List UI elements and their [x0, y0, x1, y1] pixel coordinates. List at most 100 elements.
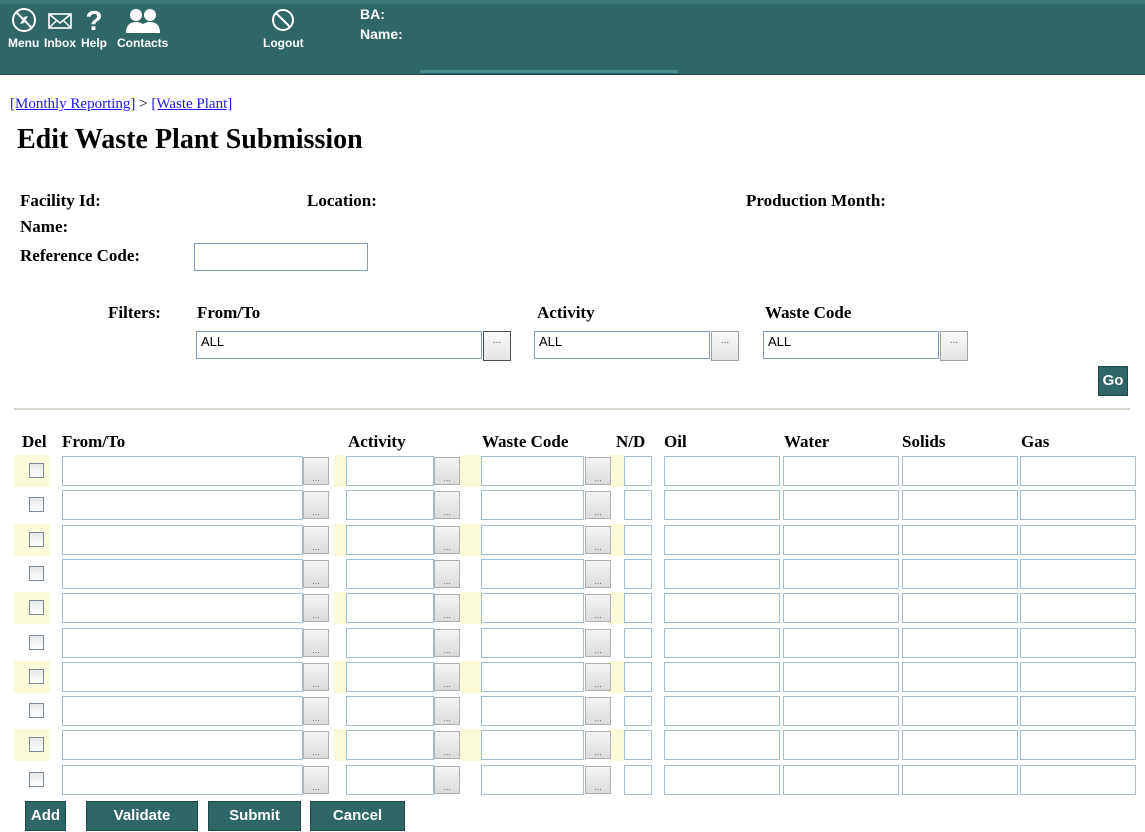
- solids-cell[interactable]: [902, 696, 1018, 727]
- water-cell[interactable]: [783, 696, 899, 727]
- oil-cell[interactable]: [664, 661, 780, 692]
- from-to-cell[interactable]: [62, 456, 303, 486]
- nd-cell[interactable]: [624, 490, 652, 521]
- breadcrumb-monthly-reporting[interactable]: [Monthly Reporting]: [10, 96, 135, 112]
- nd-cell[interactable]: [624, 558, 652, 589]
- waste-code-lookup-button[interactable]: ...: [585, 594, 611, 623]
- water-cell[interactable]: [783, 627, 899, 658]
- solids-cell[interactable]: [902, 558, 1018, 589]
- menu-button[interactable]: Menu: [8, 6, 39, 50]
- activity-cell[interactable]: [346, 661, 434, 692]
- gas-cell[interactable]: [1020, 661, 1136, 692]
- nd-cell[interactable]: [624, 593, 652, 624]
- oil-cell[interactable]: [664, 593, 780, 624]
- oil-cell[interactable]: [664, 730, 780, 761]
- waste-code-lookup-button[interactable]: ...: [585, 491, 611, 520]
- inbox-button[interactable]: Inbox: [44, 6, 76, 50]
- water-cell[interactable]: [783, 524, 899, 555]
- solids-cell[interactable]: [902, 490, 1018, 521]
- from-to-lookup-button[interactable]: ...: [303, 594, 329, 623]
- filter-activity-field[interactable]: ALL: [534, 331, 710, 359]
- delete-checkbox[interactable]: [29, 737, 44, 753]
- oil-cell[interactable]: [664, 627, 780, 658]
- gas-cell[interactable]: [1020, 696, 1136, 727]
- activity-lookup-button[interactable]: ...: [434, 731, 460, 760]
- from-to-lookup-button[interactable]: ...: [303, 559, 329, 588]
- gas-cell[interactable]: [1020, 593, 1136, 624]
- nd-cell[interactable]: [624, 696, 652, 727]
- delete-checkbox[interactable]: [29, 463, 44, 478]
- activity-cell[interactable]: [346, 696, 434, 727]
- gas-cell[interactable]: [1020, 558, 1136, 589]
- from-to-lookup-button[interactable]: ...: [303, 457, 329, 485]
- delete-checkbox[interactable]: [29, 668, 44, 684]
- from-to-cell[interactable]: [62, 627, 303, 658]
- from-to-cell[interactable]: [62, 696, 303, 727]
- waste-code-cell[interactable]: [481, 524, 584, 555]
- activity-cell[interactable]: [346, 490, 434, 521]
- from-to-lookup-button[interactable]: ...: [303, 628, 329, 657]
- nd-cell[interactable]: [624, 627, 652, 658]
- cancel-button[interactable]: Cancel: [310, 801, 405, 831]
- delete-checkbox[interactable]: [29, 531, 44, 547]
- from-to-cell[interactable]: [62, 764, 303, 795]
- activity-lookup-button[interactable]: ...: [434, 697, 460, 726]
- nd-cell[interactable]: [624, 730, 652, 761]
- from-to-cell[interactable]: [62, 730, 303, 761]
- filter-waste-code-field[interactable]: ALL: [763, 331, 939, 359]
- solids-cell[interactable]: [902, 456, 1018, 486]
- activity-lookup-button[interactable]: ...: [434, 594, 460, 623]
- waste-code-lookup-button[interactable]: ...: [585, 525, 611, 554]
- water-cell[interactable]: [783, 558, 899, 589]
- oil-cell[interactable]: [664, 524, 780, 555]
- activity-cell[interactable]: [346, 593, 434, 624]
- waste-code-lookup-button[interactable]: ...: [585, 765, 611, 794]
- delete-checkbox[interactable]: [29, 600, 44, 616]
- waste-code-cell[interactable]: [481, 627, 584, 658]
- waste-code-lookup-button[interactable]: ...: [585, 628, 611, 657]
- activity-lookup-button[interactable]: ...: [434, 457, 460, 485]
- nd-cell[interactable]: [624, 524, 652, 555]
- from-to-lookup-button[interactable]: ...: [303, 731, 329, 760]
- waste-code-lookup-button[interactable]: ...: [585, 662, 611, 691]
- activity-lookup-button[interactable]: ...: [434, 525, 460, 554]
- solids-cell[interactable]: [902, 593, 1018, 624]
- water-cell[interactable]: [783, 764, 899, 795]
- waste-code-lookup-button[interactable]: ...: [585, 731, 611, 760]
- delete-checkbox[interactable]: [29, 771, 44, 787]
- activity-cell[interactable]: [346, 558, 434, 589]
- from-to-lookup-button[interactable]: ...: [303, 697, 329, 726]
- water-cell[interactable]: [783, 593, 899, 624]
- water-cell[interactable]: [783, 661, 899, 692]
- waste-code-cell[interactable]: [481, 764, 584, 795]
- solids-cell[interactable]: [902, 524, 1018, 555]
- from-to-cell[interactable]: [62, 524, 303, 555]
- gas-cell[interactable]: [1020, 524, 1136, 555]
- gas-cell[interactable]: [1020, 730, 1136, 761]
- water-cell[interactable]: [783, 730, 899, 761]
- oil-cell[interactable]: [664, 764, 780, 795]
- breadcrumb-waste-plant[interactable]: [Waste Plant]: [151, 96, 232, 112]
- help-button[interactable]: ? Help: [80, 6, 108, 50]
- waste-code-cell[interactable]: [481, 456, 584, 486]
- from-to-cell[interactable]: [62, 490, 303, 521]
- waste-code-cell[interactable]: [481, 490, 584, 521]
- delete-checkbox[interactable]: [29, 703, 44, 719]
- activity-lookup-button[interactable]: ...: [434, 559, 460, 588]
- activity-lookup-button[interactable]: ...: [434, 662, 460, 691]
- validate-button[interactable]: Validate: [86, 801, 198, 831]
- logout-button[interactable]: Logout: [263, 6, 304, 50]
- activity-lookup-button[interactable]: ...: [434, 628, 460, 657]
- delete-checkbox[interactable]: [29, 497, 44, 513]
- add-button[interactable]: Add: [25, 801, 66, 831]
- oil-cell[interactable]: [664, 558, 780, 589]
- oil-cell[interactable]: [664, 696, 780, 727]
- nd-cell[interactable]: [624, 764, 652, 795]
- filter-activity-lookup-button[interactable]: ...: [711, 331, 739, 361]
- from-to-lookup-button[interactable]: ...: [303, 662, 329, 691]
- gas-cell[interactable]: [1020, 627, 1136, 658]
- from-to-lookup-button[interactable]: ...: [303, 525, 329, 554]
- from-to-cell[interactable]: [62, 558, 303, 589]
- nd-cell[interactable]: [624, 661, 652, 692]
- delete-checkbox[interactable]: [29, 634, 44, 650]
